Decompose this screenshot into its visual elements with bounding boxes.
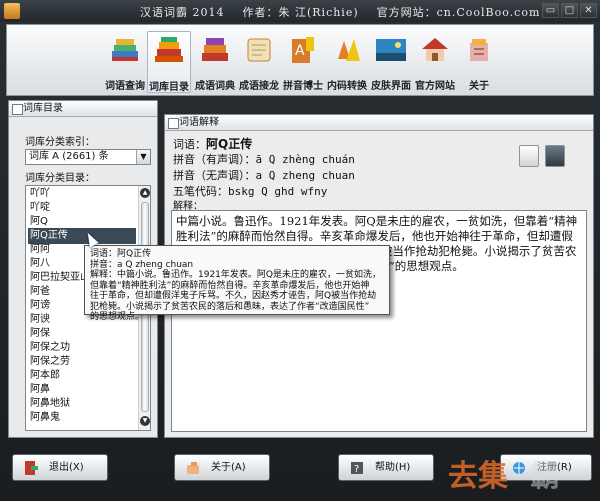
app-logo-icon — [4, 3, 20, 19]
tooltip-line: 往于革命，但却遭假洋鬼子斥骂。不久，因赵秀才诬告，阿Q被当作抢劫 — [90, 291, 377, 301]
tool-catalog[interactable]: 词库目录 — [147, 31, 191, 93]
pinyin-icon: A — [292, 37, 314, 63]
explanation-panel-header: 词语解释 — [165, 115, 593, 131]
tooltip-line: 的思想观点。 — [90, 312, 145, 322]
save-icon[interactable] — [545, 145, 565, 167]
help-button-label: 帮助(H) — [375, 462, 411, 473]
pinyin-plain-label: 拼音（无声调）： — [173, 169, 256, 182]
minimize-button[interactable]: ▭ — [542, 3, 559, 18]
index-label: 词库分类索引： — [25, 137, 95, 148]
svg-text:A: A — [295, 43, 305, 59]
tooltip-line: 犯枪毙。小说揭示了贫苦农民的落后和愚昧，表达了作者“改造国民性” — [90, 301, 370, 312]
list-item[interactable]: 阿鼻鬼 — [28, 410, 136, 426]
scroll-down-icon[interactable]: ▼ — [140, 416, 150, 426]
exit-icon — [25, 461, 38, 475]
pinyin-plain-row: 拼音（无声调）：a Q zheng chuan — [173, 167, 355, 183]
category-index-value: 词库 A (2661) 条 — [29, 151, 109, 162]
exit-button-label: 退出(X) — [49, 462, 84, 473]
about-button[interactable]: 关于(A) — [174, 454, 270, 481]
maximize-button[interactable]: □ — [561, 3, 578, 18]
main-toolbar: 词语查询 词库目录 成语词典 成语接龙 A 拼音博士 内码转换 皮肤界面 官方网… — [6, 24, 594, 96]
window-controls: ▭ □ ✕ — [542, 3, 597, 18]
tooltip-line: 词语：阿Q正传 — [90, 249, 152, 259]
pinyin-tone-value: ā Q zhèng chuán — [255, 153, 355, 166]
exit-button[interactable]: 退出(X) — [12, 454, 108, 481]
dictionary-icon — [202, 38, 228, 61]
about-button-label: 关于(A) — [211, 462, 246, 473]
svg-text:去集: 去集 — [448, 459, 509, 494]
tooltip-line: 但靠着“精神胜利法”的麻醉而怡然自得。辛亥革命爆发后，他也开始神 — [90, 280, 370, 291]
tool-word-search[interactable]: 词语查询 — [103, 31, 147, 93]
scroll-up-icon[interactable]: ▲ — [140, 188, 150, 198]
svg-text:?: ? — [354, 464, 359, 475]
catalog-panel-header: 词库目录 — [9, 101, 157, 117]
book-stack-icon — [155, 37, 183, 62]
books-icon — [112, 39, 138, 61]
pinyin-plain-value: a Q zheng chuan — [255, 169, 355, 182]
category-index-select[interactable]: 词库 A (2661) 条 ▼ — [25, 149, 151, 165]
pinyin-tone-label: 拼音（有声调）： — [173, 153, 256, 166]
tooltip-line: 解释：中篇小说。鲁迅作。1921年发表。阿Q是未庄的雇农，一贫如洗， — [90, 270, 381, 280]
close-button[interactable]: ✕ — [580, 3, 597, 18]
tool-about[interactable]: 关于 — [457, 31, 501, 93]
word-row: 词语：阿Q正传 — [173, 135, 252, 152]
catalog-label: 词库分类目录： — [25, 173, 95, 184]
copy-icon[interactable] — [519, 145, 539, 167]
word-value: 阿Q正传 — [206, 137, 253, 151]
about-icon — [470, 39, 488, 61]
website-icon — [422, 38, 448, 61]
help-icon: ? — [351, 462, 363, 475]
tool-label: 关于 — [469, 81, 489, 92]
chevron-down-icon[interactable]: ▼ — [136, 150, 150, 164]
app-window: 汉语词霸 2014 作者：朱 江(Richie) 官方网站：cn.CoolBoo… — [0, 0, 600, 501]
scroll-icon — [247, 38, 271, 62]
svg-text:霸: 霸 — [530, 459, 560, 494]
skin-icon — [376, 39, 406, 61]
word-label: 词语： — [173, 138, 206, 151]
about-hand-icon — [187, 462, 199, 474]
word-tooltip: 词语：阿Q正传 拼音：a Q zheng chuan 解释：中篇小说。鲁迅作。1… — [84, 245, 390, 322]
title-bar[interactable]: 汉语词霸 2014 作者：朱 江(Richie) 官方网站：cn.CoolBoo… — [0, 0, 600, 22]
convert-icon — [338, 39, 360, 61]
pinyin-tone-row: 拼音（有声调）：ā Q zhèng chuán — [173, 151, 355, 167]
wubi-value: bskg Q ghd wfny — [228, 185, 328, 198]
help-button[interactable]: ? 帮助(H) — [338, 454, 434, 481]
watermark-logo: 去集 霸 — [448, 459, 560, 494]
window-title: 汉语词霸 2014 作者：朱 江(Richie) 官方网站：cn.CoolBoo… — [140, 6, 541, 19]
tooltip-line: 拼音：a Q zheng chuan — [90, 259, 194, 270]
